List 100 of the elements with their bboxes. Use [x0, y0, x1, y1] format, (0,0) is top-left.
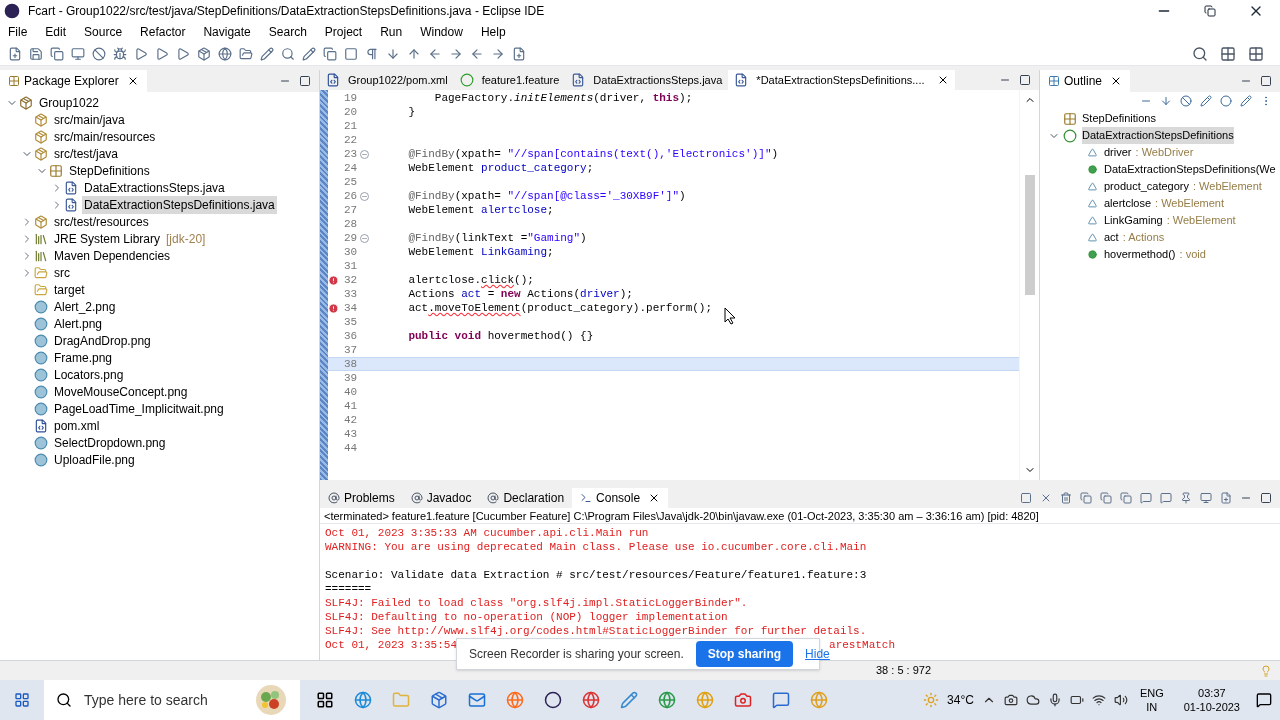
stop-sharing-button[interactable]: Stop sharing — [695, 641, 794, 667]
toolbar-icon[interactable] — [50, 46, 64, 61]
notifications-icon[interactable] — [1256, 692, 1272, 708]
toolbar-icon[interactable] — [8, 46, 22, 61]
outline-toolbar-icon[interactable] — [1160, 95, 1172, 107]
outline-toolbar-icon[interactable] — [1200, 95, 1212, 107]
menu-item[interactable]: Refactor — [140, 23, 186, 41]
browser-icon[interactable] — [582, 691, 600, 709]
tray-icon[interactable] — [1091, 693, 1106, 707]
task-view-icon[interactable] — [316, 691, 334, 709]
view-tab[interactable]: Package Explorer — [0, 70, 147, 92]
view-tab[interactable]: Outline — [1040, 70, 1131, 92]
tree-item[interactable]: PageLoadTime_Implicitwait.png — [52, 399, 226, 418]
tree-item[interactable]: src/test/resources — [52, 212, 151, 231]
toolbar-icon[interactable] — [491, 46, 505, 61]
toolbar-icon[interactable] — [512, 46, 526, 61]
toolbar-icon[interactable] — [176, 46, 190, 61]
store-icon[interactable] — [430, 691, 448, 709]
tree-item[interactable]: Alert_2.png — [52, 297, 118, 316]
toolbar-icon[interactable] — [29, 46, 43, 61]
console-toolbar-icon[interactable] — [1080, 492, 1092, 504]
outline-item[interactable]: StepDefinitions — [1082, 110, 1156, 127]
menu-item[interactable]: Search — [268, 23, 307, 41]
outline-item[interactable]: hovermethod() — [1104, 246, 1176, 263]
toolbar-icon[interactable] — [134, 46, 148, 61]
menu-item[interactable]: Navigate — [203, 23, 251, 41]
perspective-icon[interactable] — [1220, 45, 1236, 62]
outline-item[interactable]: LinkGaming — [1104, 212, 1163, 229]
tree-item[interactable]: SelectDropdown.png — [52, 433, 168, 452]
toolbar-icon[interactable] — [239, 46, 253, 61]
perspective-icon[interactable] — [1248, 45, 1264, 62]
taskbar-search-field[interactable]: Type here to search — [44, 680, 300, 720]
toolbar-icon[interactable] — [260, 46, 274, 61]
tree-item[interactable]: target — [52, 280, 87, 299]
outline-item[interactable]: DataExtractionStepsDefinitions — [1082, 127, 1234, 144]
editor-tab[interactable]: feature1.feature — [453, 70, 566, 90]
console-toolbar-icon[interactable] — [1220, 492, 1232, 504]
toolbar-icon[interactable] — [155, 46, 169, 61]
tree-item[interactable]: Frame.png — [52, 348, 115, 367]
toolbar-icon[interactable] — [197, 46, 211, 61]
toolbar-icon[interactable] — [113, 46, 127, 61]
outline-item[interactable]: act — [1104, 229, 1119, 246]
toolbar-icon[interactable] — [407, 46, 421, 61]
scrollbar-thumb[interactable] — [1024, 175, 1035, 295]
view-tab[interactable]: Console — [572, 488, 669, 508]
chat-icon[interactable] — [772, 691, 790, 709]
editor-tab[interactable]: DataExtractionsSteps.java — [565, 70, 729, 90]
tree-item[interactable]: src/test/java — [52, 144, 121, 163]
toolbar-icon[interactable] — [365, 46, 379, 61]
notes-icon[interactable] — [620, 691, 638, 709]
tree-item[interactable]: Group1022 — [37, 93, 102, 112]
outline-item[interactable]: product_category — [1104, 178, 1189, 195]
toolbar-icon[interactable] — [470, 46, 484, 61]
console-toolbar-icon[interactable] — [1120, 492, 1132, 504]
console-toolbar-icon[interactable] — [1060, 492, 1072, 504]
console-toolbar-icon[interactable] — [1140, 492, 1152, 504]
tree-item[interactable]: Locators.png — [52, 365, 126, 384]
tree-item[interactable]: MoveMouseConcept.png — [52, 382, 190, 401]
maximize-icon[interactable] — [1260, 492, 1272, 504]
editor-tab[interactable]: Group1022/pom.xml — [320, 70, 454, 90]
start-icon[interactable] — [14, 692, 30, 708]
menu-item[interactable]: Source — [84, 23, 123, 41]
tree-item[interactable]: Maven Dependencies — [52, 246, 173, 265]
browser-icon[interactable] — [506, 691, 524, 709]
tree-item[interactable]: DataExtractionStepsDefinitions.java — [82, 195, 277, 214]
tray-icon[interactable] — [1113, 693, 1128, 707]
console-toolbar-icon[interactable] — [1200, 492, 1212, 504]
tree-item[interactable]: UploadFile.png — [52, 450, 137, 469]
menu-item[interactable]: File — [8, 23, 28, 41]
clock-time[interactable]: 03:37 — [1198, 686, 1226, 700]
input-region[interactable]: IN — [1146, 700, 1158, 714]
toolbar-icon[interactable] — [281, 46, 295, 61]
tree-item[interactable]: StepDefinitions — [67, 161, 152, 180]
menu-item[interactable]: Edit — [45, 23, 67, 41]
hide-link[interactable]: Hide — [805, 645, 830, 663]
tree-item[interactable]: src/main/java — [52, 110, 127, 129]
toolbar-icon[interactable] — [449, 46, 463, 61]
clock-date[interactable]: 01-10-2023 — [1183, 700, 1240, 714]
menu-item[interactable]: Window — [420, 23, 463, 41]
console-toolbar-icon[interactable] — [1100, 492, 1112, 504]
editor-tab[interactable]: *DataExtractionStepsDefinitions.... — [728, 70, 955, 90]
outline-item[interactable]: alertclose — [1104, 195, 1152, 212]
search-icon[interactable] — [1192, 45, 1208, 62]
outline-toolbar-icon[interactable] — [1220, 95, 1232, 107]
outline-toolbar-icon[interactable] — [1240, 95, 1252, 107]
tree-item[interactable]: src — [52, 263, 72, 282]
toolbar-icon[interactable] — [344, 46, 358, 61]
view-tab[interactable]: Declaration — [479, 488, 573, 508]
view-tab[interactable]: Javadoc — [402, 488, 480, 508]
tree-item[interactable]: DragAndDrop.png — [52, 331, 153, 350]
toolbar-icon[interactable] — [218, 46, 232, 61]
menu-item[interactable]: Help — [480, 23, 506, 41]
outline-item[interactable]: driver — [1104, 144, 1132, 161]
toolbar-icon[interactable] — [302, 46, 316, 61]
tray-icon[interactable] — [1069, 693, 1084, 707]
toolbar-icon[interactable] — [71, 46, 85, 61]
browser-icon[interactable] — [354, 691, 372, 709]
tree-item[interactable]: pom.xml — [52, 416, 102, 435]
toolbar-icon[interactable] — [428, 46, 442, 61]
console-toolbar-icon[interactable] — [1160, 492, 1172, 504]
